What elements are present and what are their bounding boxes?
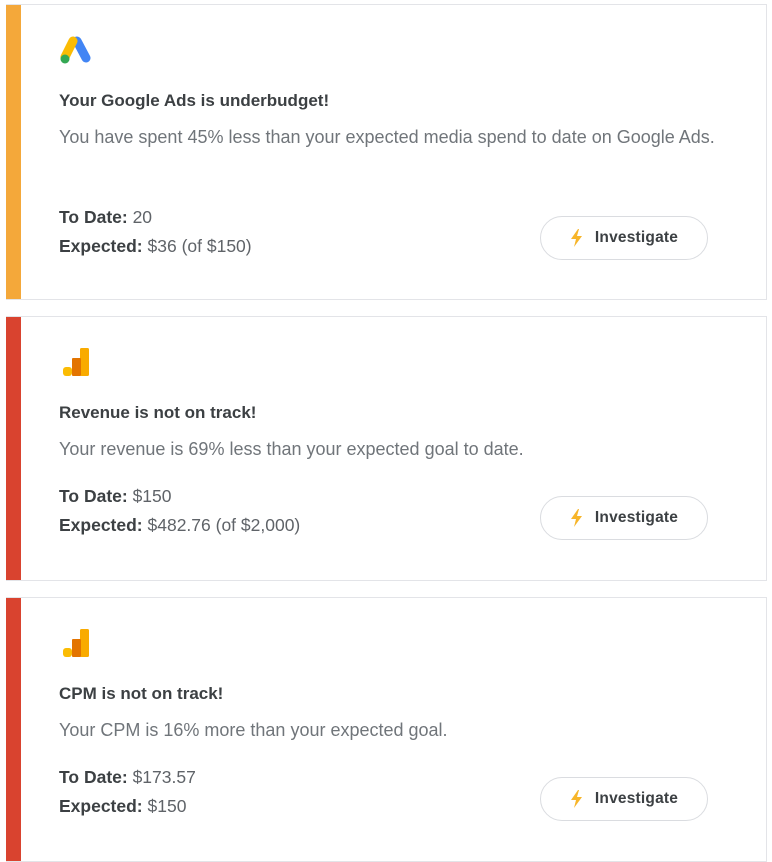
investigate-button-label: Investigate xyxy=(594,790,679,807)
google-analytics-icon xyxy=(58,345,92,379)
expected-label: Expected: xyxy=(59,796,143,816)
expected-value: $482.76 (of $2,000) xyxy=(142,515,301,535)
expected-row: Expected: $150 xyxy=(59,792,196,821)
alert-description: Your revenue is 69% less than your expec… xyxy=(59,439,524,459)
lightning-bolt-icon xyxy=(570,790,583,808)
expected-label: Expected: xyxy=(59,515,143,535)
alert-description: You have spent 45% less than your expect… xyxy=(59,127,715,147)
to-date-value: $173.57 xyxy=(127,767,196,787)
to-date-label: To Date: xyxy=(59,207,128,227)
to-date-value: 20 xyxy=(127,207,153,227)
google-ads-icon xyxy=(58,35,92,69)
investigate-button-label: Investigate xyxy=(594,229,679,246)
to-date-row: To Date: $150 xyxy=(59,482,300,511)
alert-title: CPM is not on track! xyxy=(59,684,224,703)
expected-row: Expected: $36 (of $150) xyxy=(59,232,252,261)
google-analytics-icon xyxy=(58,626,92,660)
error-accent-bar xyxy=(6,598,21,861)
expected-label: Expected: xyxy=(59,236,143,256)
expected-row: Expected: $482.76 (of $2,000) xyxy=(59,511,300,540)
to-date-row: To Date: $173.57 xyxy=(59,763,196,792)
investigate-button[interactable]: Investigate xyxy=(540,777,708,821)
alert-title: Your Google Ads is underbudget! xyxy=(59,91,330,110)
error-accent-bar xyxy=(6,317,21,580)
investigate-button[interactable]: Investigate xyxy=(540,496,708,540)
alert-stats: To Date: $173.57 Expected: $150 xyxy=(59,763,196,821)
alert-description: Your CPM is 16% more than your expected … xyxy=(59,720,448,740)
alert-stats: To Date: $150 Expected: $482.76 (of $2,0… xyxy=(59,482,300,540)
alert-card-cpm: CPM is not on track! Your CPM is 16% mor… xyxy=(6,597,767,862)
lightning-bolt-icon xyxy=(570,509,583,527)
to-date-row: To Date: 20 xyxy=(59,203,252,232)
alert-card-google-ads: Your Google Ads is underbudget! You have… xyxy=(6,4,767,300)
alert-card-revenue: Revenue is not on track! Your revenue is… xyxy=(6,316,767,581)
investigate-button[interactable]: Investigate xyxy=(540,216,708,260)
investigate-button-label: Investigate xyxy=(594,509,679,526)
to-date-value: $150 xyxy=(127,486,172,506)
to-date-label: To Date: xyxy=(59,767,128,787)
expected-value: $36 (of $150) xyxy=(142,236,252,256)
lightning-bolt-icon xyxy=(570,229,583,247)
to-date-label: To Date: xyxy=(59,486,128,506)
alert-stats: To Date: 20 Expected: $36 (of $150) xyxy=(59,203,252,261)
warning-accent-bar xyxy=(6,5,21,299)
alert-title: Revenue is not on track! xyxy=(59,403,257,422)
expected-value: $150 xyxy=(142,796,187,816)
